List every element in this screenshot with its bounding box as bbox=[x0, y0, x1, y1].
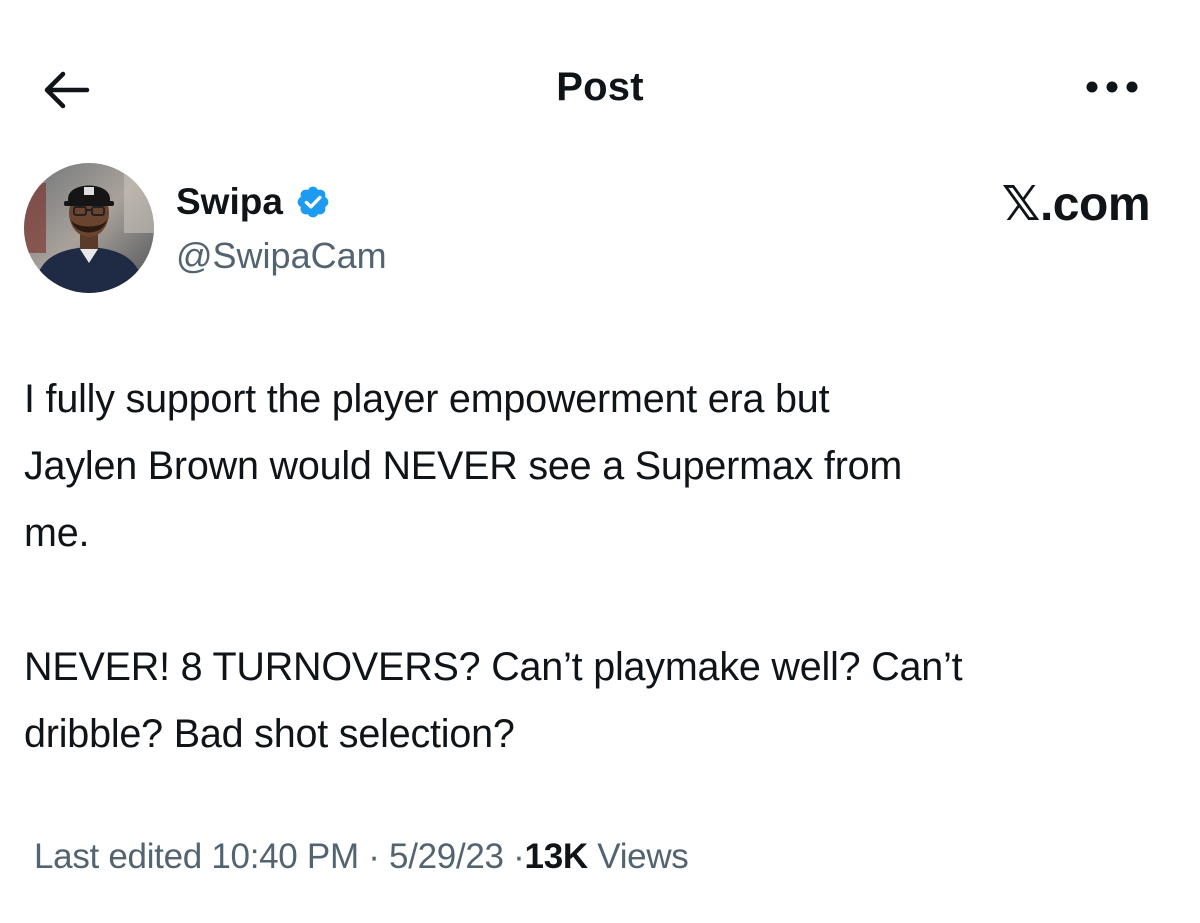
brand-watermark: 𝕏.com bbox=[1001, 178, 1151, 231]
post-time[interactable]: 10:40 PM bbox=[211, 837, 359, 876]
avatar-image bbox=[24, 163, 154, 293]
author-name[interactable]: Swipa bbox=[176, 180, 331, 224]
author-handle[interactable]: @SwipaCam bbox=[176, 234, 387, 278]
more-options-button[interactable] bbox=[1080, 62, 1144, 112]
page-title: Post bbox=[556, 65, 644, 109]
separator: · bbox=[368, 837, 380, 876]
post-paragraph-1: I fully support the player empowerment e… bbox=[24, 377, 903, 555]
post-text: I fully support the player empowerment e… bbox=[24, 366, 1184, 768]
more-horizontal-icon bbox=[1086, 81, 1138, 93]
post-paragraph-2: NEVER! 8 TURNOVERS? Can’t playmake well?… bbox=[24, 645, 963, 756]
author-display-name: Swipa bbox=[176, 181, 283, 222]
separator: · bbox=[513, 837, 525, 876]
post-metadata: Last edited 10:40 PM · 5/29/23 ·13K View… bbox=[34, 834, 689, 880]
post-date[interactable]: 5/29/23 bbox=[389, 837, 504, 876]
avatar[interactable] bbox=[24, 163, 154, 293]
verified-badge-icon bbox=[295, 184, 331, 220]
views-count[interactable]: 13K bbox=[525, 837, 589, 876]
edit-prefix[interactable]: Last edited bbox=[34, 837, 202, 876]
views-label[interactable]: Views bbox=[597, 837, 689, 876]
